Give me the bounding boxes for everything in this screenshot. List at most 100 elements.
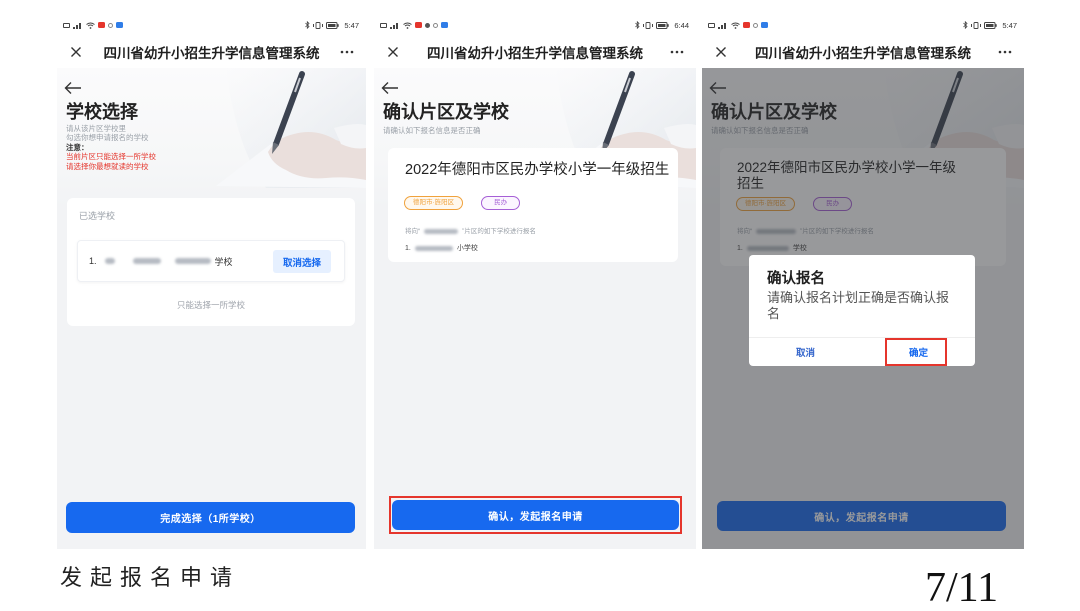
region-tag: 德阳市·旌阳区 (404, 196, 464, 210)
battery-icon (656, 21, 670, 29)
page-content: 学校选择 请从该片区学校里 勾选你想申请报名的学校 注意： 当前片区只能选择一所… (57, 68, 366, 549)
notice-label: 注意： (66, 142, 89, 152)
more-button[interactable] (994, 41, 1016, 63)
vibrate-icon (313, 21, 324, 29)
cancel-button[interactable]: 取消 (749, 338, 862, 366)
signal-icon (390, 22, 398, 29)
message-icon (116, 22, 123, 28)
notice-line: 当前片区只能选择一所学校 (66, 152, 156, 162)
app-title: 四川省幼升小招生升学信息管理系统 (103, 46, 320, 61)
close-button[interactable] (382, 41, 404, 63)
app-title-bar: 四川省幼升小招生升学信息管理系统 (702, 36, 1024, 68)
page-title: 学校选择 (66, 102, 138, 122)
app-badge-icon (415, 22, 422, 28)
plan-title: 2022年德阳市区民办学校小学一年级招生 (405, 162, 670, 178)
app-title-bar: 四川省幼升小招生升学信息管理系统 (374, 36, 696, 68)
phone-screen-confirm-dialog: 5:47 四川省幼升小招生升学信息管理系统 确认片区及学校 请确认如下报名信息是… (702, 14, 1024, 549)
app-title: 四川省幼升小招生升学信息管理系统 (427, 46, 643, 61)
dialog-message: 请确认报名计划正确是否确认报名 (767, 290, 950, 321)
sim-card-icon (63, 22, 70, 28)
more-icon (670, 50, 684, 54)
notification-icon (753, 22, 758, 28)
wifi-icon (86, 22, 95, 29)
bluetooth-icon (635, 21, 640, 29)
message-icon (761, 22, 768, 28)
sim-card-icon (708, 22, 715, 28)
item-index: 1. (405, 245, 411, 252)
signal-icon (718, 22, 726, 29)
notification-icon (108, 22, 113, 28)
vibrate-icon (971, 21, 982, 29)
status-bar: 5:47 (702, 14, 1024, 36)
app-badge-icon (98, 22, 105, 28)
page-content: 确认片区及学校 请确认如下报名信息是否正确 2022年德阳市区民办学校小学一年级… (702, 68, 1024, 549)
school-name: 1. 学校 (89, 241, 233, 281)
status-bar: 5:47 (57, 14, 366, 36)
wifi-icon (731, 22, 740, 29)
app-badge-icon (743, 22, 750, 28)
redacted-text (414, 245, 453, 251)
redacted-text (174, 258, 211, 264)
selected-schools-label: 已选学校 (79, 211, 116, 221)
tag-list: 德阳市·旌阳区 民办 (404, 196, 521, 210)
wifi-icon (403, 22, 412, 29)
redacted-text (104, 258, 115, 264)
notice-line: 请选择你最想就读的学校 (66, 161, 149, 171)
school-list-item: 1. 小学校 (405, 244, 478, 253)
status-time: 5:47 (344, 20, 359, 30)
sim-card-icon (380, 22, 387, 28)
target-prefix: 将向“ (405, 228, 421, 235)
confirm-dialog: 确认报名 请确认报名计划正确是否确认报名 取消 确定 (749, 255, 975, 366)
deselect-button[interactable]: 取消选择 (273, 250, 331, 273)
hint-line: 勾选你想申请报名的学校 (66, 133, 149, 143)
more-button[interactable] (666, 41, 688, 63)
app-title: 四川省幼升小招生升学信息管理系统 (755, 46, 971, 61)
close-icon (716, 47, 726, 57)
selected-schools-card: 已选学校 1. 学校 取消选择 只能选择一所学校 (67, 198, 355, 326)
item-suffix: 学校 (214, 256, 233, 267)
battery-icon (326, 21, 340, 29)
dialog-title: 确认报名 (767, 271, 825, 287)
slide-caption: 发起报名申请 (60, 565, 241, 590)
submit-application-button[interactable]: 确认，发起报名申请 (392, 500, 679, 530)
message-icon (441, 22, 448, 28)
signal-icon (73, 22, 81, 29)
more-icon (340, 50, 354, 54)
page-subtitle: 请确认如下报名信息是否正确 (383, 126, 481, 135)
school-type-tag: 民办 (481, 196, 521, 210)
app-title-bar: 四川省幼升小招生升学信息管理系统 (57, 36, 366, 68)
highlight-box (885, 338, 947, 366)
page-number: 7/11 (925, 565, 999, 611)
more-icon (998, 50, 1012, 54)
page-title: 确认片区及学校 (383, 102, 509, 122)
close-icon (71, 47, 81, 57)
target-district-line: 将向“ ”片区的如下学校进行报名 (405, 228, 536, 236)
close-icon (388, 47, 398, 57)
back-arrow-icon[interactable] (381, 81, 399, 95)
hint-line: 请从该片区学校里 (66, 124, 126, 133)
page-content: 确认片区及学校 请确认如下报名信息是否正确 2022年德阳市区民办学校小学一年级… (374, 68, 696, 549)
status-time: 6:44 (674, 20, 689, 30)
close-button[interactable] (65, 41, 87, 63)
item-index: 1. (89, 256, 97, 266)
vibrate-icon (643, 21, 654, 29)
redacted-text (424, 228, 459, 234)
item-suffix: 小学校 (456, 245, 478, 252)
status-bar: 6:44 (374, 14, 696, 36)
more-button[interactable] (336, 41, 358, 63)
finish-selection-button[interactable]: 完成选择（1所学校） (66, 502, 355, 533)
notification-icon (425, 22, 430, 28)
target-suffix: ”片区的如下学校进行报名 (462, 228, 536, 235)
redacted-text (132, 258, 161, 264)
plan-card: 2022年德阳市区民办学校小学一年级招生 德阳市·旌阳区 民办 将向“ ”片区的如… (388, 148, 678, 262)
close-button[interactable] (710, 41, 732, 63)
phone-screen-confirm-district: 6:44 四川省幼升小招生升学信息管理系统 确认片区及学校 请确认如下报名信息是… (374, 14, 696, 549)
bluetooth-icon (305, 21, 310, 29)
battery-icon (984, 21, 998, 29)
limit-note: 只能选择一所学校 (176, 300, 245, 310)
selection-instructions: 请从该片区学校里 勾选你想申请报名的学校 注意： 当前片区只能选择一所学校 请选… (66, 124, 156, 171)
phone-screen-school-selection: 5:47 四川省幼升小招生升学信息管理系统 学校选择 请从该片区学校里 勾选你想… (57, 14, 366, 549)
back-arrow-icon[interactable] (64, 81, 82, 95)
list-item[interactable]: 1. 学校 取消选择 (77, 240, 345, 282)
notification-icon (433, 22, 438, 28)
